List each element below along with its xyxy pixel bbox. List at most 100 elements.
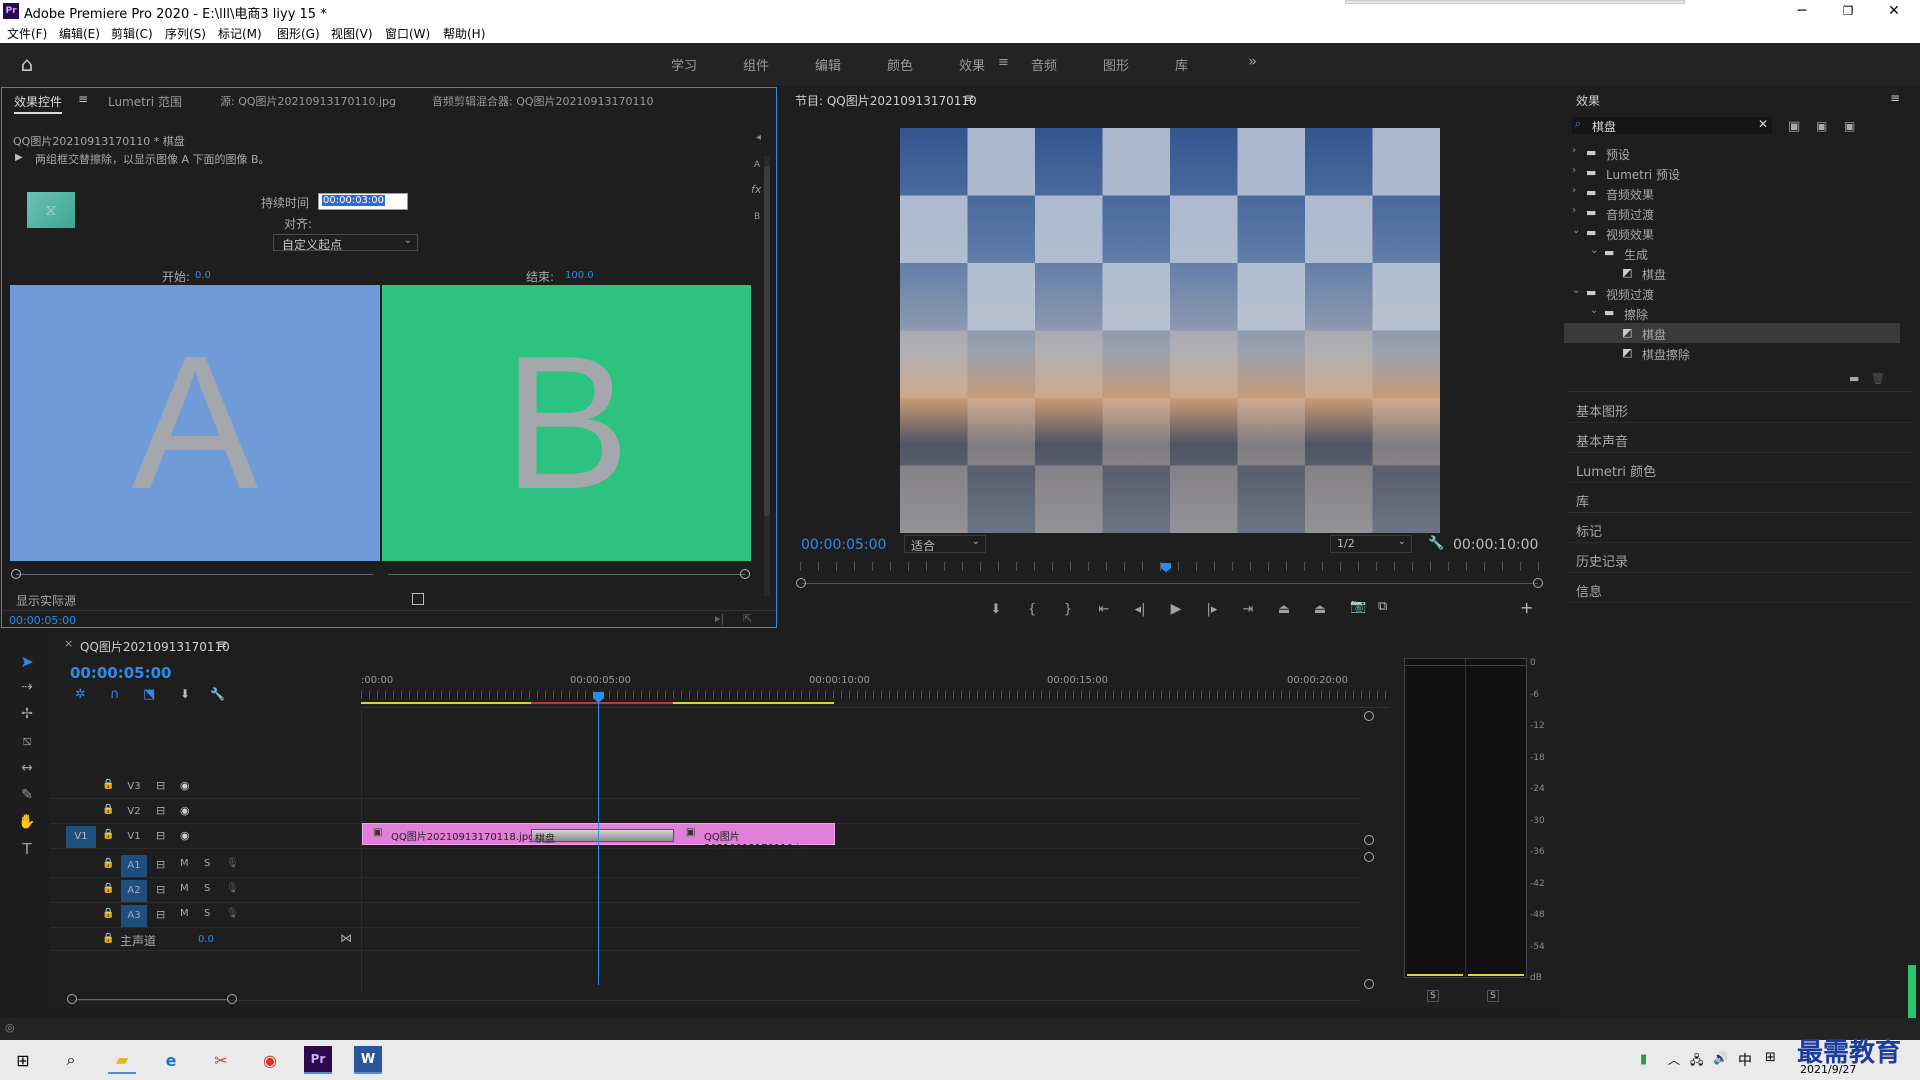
effects-tree-item[interactable]: ◩ 棋盘擦除 — [1564, 343, 1900, 363]
eye-icon[interactable]: ◉ — [180, 804, 190, 817]
audio-scroll-bottom[interactable] — [1364, 979, 1374, 989]
workspace-learn[interactable]: 学习 — [671, 55, 697, 74]
h-zoom-left[interactable] — [67, 994, 77, 1004]
lock-icon[interactable]: 🔒 — [102, 804, 114, 815]
effects-tree-item[interactable]: ◩ 棋盘 — [1564, 263, 1900, 283]
add-button-icon[interactable]: + — [1520, 598, 1533, 617]
hand-tool-icon[interactable]: ✋ — [14, 811, 40, 833]
word-icon[interactable]: W — [354, 1046, 382, 1074]
workspace-graphics[interactable]: 图形 — [1103, 55, 1129, 74]
fx-icon[interactable]: fx — [751, 183, 761, 196]
eye-icon[interactable]: ◉ — [180, 779, 190, 792]
tab-effect-controls[interactable]: 效果控件 — [14, 93, 63, 114]
sync-lock-icon[interactable]: ⊟ — [156, 804, 165, 817]
clear-search-icon[interactable]: ✕ — [1758, 117, 1768, 131]
workspace-color[interactable]: 颜色 — [887, 55, 913, 74]
workspace-assembly[interactable]: 组件 — [743, 55, 769, 74]
solo-button[interactable]: S — [204, 858, 210, 869]
panel-section[interactable]: 基本图形 — [1568, 393, 1912, 423]
solo-left-button[interactable]: S — [1427, 990, 1439, 1002]
resolution-dropdown[interactable]: 1/2 ⌄ — [1330, 535, 1412, 553]
menu-marker[interactable]: 标记(M) — [218, 25, 262, 42]
video-scroll-bottom[interactable] — [1364, 835, 1374, 845]
accelerated-effects-icon[interactable]: ▣ — [1788, 119, 1800, 134]
mute-button[interactable]: M — [180, 908, 189, 919]
workspace-libraries[interactable]: 库 — [1175, 55, 1188, 74]
lock-icon[interactable]: 🔒 — [102, 883, 114, 894]
menu-clip[interactable]: 剪辑(C) — [111, 25, 153, 42]
sync-lock-icon[interactable]: ⊟ — [156, 779, 165, 792]
lock-icon[interactable]: 🔒 — [102, 779, 114, 790]
video-scroll-top[interactable] — [1364, 711, 1374, 721]
wrench-icon[interactable]: 🔧 — [1428, 536, 1444, 551]
windows-start-icon[interactable]: ⊞ — [9, 1046, 37, 1074]
menu-help[interactable]: 帮助(H) — [443, 25, 485, 42]
tab-lumetri-scopes[interactable]: Lumetri 范围 — [108, 93, 182, 110]
add-marker-icon[interactable]: ⬇ — [978, 599, 1014, 619]
effect-controls-timecode[interactable]: 00:00:05:00 — [9, 614, 76, 627]
mark-out-icon[interactable]: } — [1050, 599, 1086, 619]
microphone-icon[interactable]: 🎙 — [226, 883, 239, 894]
audio-scroll-top[interactable] — [1364, 852, 1374, 862]
ripple-edit-tool-icon[interactable]: ✢ — [14, 703, 40, 725]
tray-expand-icon[interactable]: ︿ — [1668, 1051, 1680, 1068]
end-value[interactable]: 100.0 — [565, 270, 594, 281]
panel-section[interactable]: 历史记录 — [1568, 543, 1912, 573]
panel-section[interactable]: 库 — [1568, 483, 1912, 513]
tray-app-icon[interactable]: ▮ — [1640, 1052, 1647, 1067]
program-zoom-bar[interactable] — [802, 583, 1538, 584]
workspace-editing[interactable]: 编辑 — [815, 55, 841, 74]
slip-tool-icon[interactable]: ↔ — [14, 757, 40, 779]
menu-file[interactable]: 文件(F) — [7, 25, 47, 42]
workspace-effects[interactable]: 效果 — [959, 55, 985, 74]
lock-icon[interactable]: 🔒 — [102, 829, 114, 840]
effects-search-input[interactable]: ⌕ 棋盘 ✕ — [1572, 117, 1772, 134]
track-name[interactable]: A3 — [121, 905, 147, 927]
track-name[interactable]: V2 — [121, 801, 147, 823]
h-zoom-bar[interactable] — [77, 999, 227, 1000]
effects-tree-item[interactable]: ⌄ ▬ 生成 — [1564, 243, 1900, 263]
lock-icon[interactable]: 🔒 — [102, 933, 114, 944]
file-explorer-icon[interactable]: ▰ — [108, 1046, 136, 1074]
menu-view[interactable]: 视图(V) — [331, 25, 373, 42]
tab-audio-clip-mixer[interactable]: 音频剪辑混合器: QQ图片20210913170110 — [432, 93, 654, 109]
microphone-icon[interactable]: 🎙 — [226, 908, 239, 919]
effects-tree-item[interactable]: ◩ 棋盘 — [1564, 323, 1900, 343]
start-slider-handle[interactable] — [11, 569, 21, 579]
lock-icon[interactable]: 🔒 — [102, 858, 114, 869]
volume-icon[interactable]: 🔊 — [1713, 1051, 1728, 1065]
play-preview-icon[interactable]: ▶ — [15, 152, 23, 163]
menu-graphics[interactable]: 图形(G) — [277, 25, 320, 42]
duration-field[interactable]: 00:00:03:00 — [318, 193, 408, 210]
sync-lock-icon[interactable]: ⊟ — [156, 908, 165, 921]
workspace-audio[interactable]: 音频 — [1031, 55, 1057, 74]
track-select-tool-icon[interactable]: ⇢ — [14, 676, 40, 698]
sync-lock-icon[interactable]: ⊟ — [156, 829, 165, 842]
panel-menu-icon[interactable]: ≡ — [1890, 91, 1900, 105]
solo-right-button[interactable]: S — [1487, 990, 1499, 1002]
lift-icon[interactable]: ⏏ — [1266, 599, 1302, 619]
panel-section[interactable]: 基本声音 — [1568, 423, 1912, 453]
source-patch-v1[interactable]: V1 — [66, 826, 96, 848]
home-icon[interactable]: ⌂ — [14, 52, 40, 76]
menu-sequence[interactable]: 序列(S) — [165, 25, 206, 42]
vertical-scrollbar[interactable] — [764, 156, 770, 596]
extract-icon[interactable]: ⏏ — [1302, 599, 1338, 619]
sync-lock-icon[interactable]: ⊟ — [156, 858, 165, 871]
collapse-arrow-icon[interactable]: ◂ — [756, 132, 761, 143]
effects-tree-item[interactable]: › ▬ 音频效果 — [1564, 183, 1900, 203]
search-icon[interactable]: ⌕ — [57, 1046, 85, 1074]
panel-section[interactable]: Lumetri 颜色 — [1568, 453, 1912, 483]
keyboard-layout-icon[interactable]: ⊞ — [1765, 1050, 1776, 1065]
sync-lock-icon[interactable]: ⊟ — [156, 883, 165, 896]
maximize-button[interactable]: ❐ — [1836, 0, 1860, 22]
zoom-handle-left[interactable] — [796, 578, 806, 588]
microphone-icon[interactable]: 🎙 — [226, 858, 239, 869]
ime-indicator[interactable]: 中 — [1738, 1050, 1752, 1070]
eye-icon[interactable]: ◉ — [180, 829, 190, 842]
mark-in-icon[interactable]: { — [1014, 599, 1050, 619]
play-icon[interactable]: ▶ — [1158, 599, 1194, 619]
solo-button[interactable]: S — [204, 908, 210, 919]
effects-tree-item[interactable]: ⌄ ▬ 擦除 — [1564, 303, 1900, 323]
close-button[interactable]: ✕ — [1882, 0, 1906, 22]
